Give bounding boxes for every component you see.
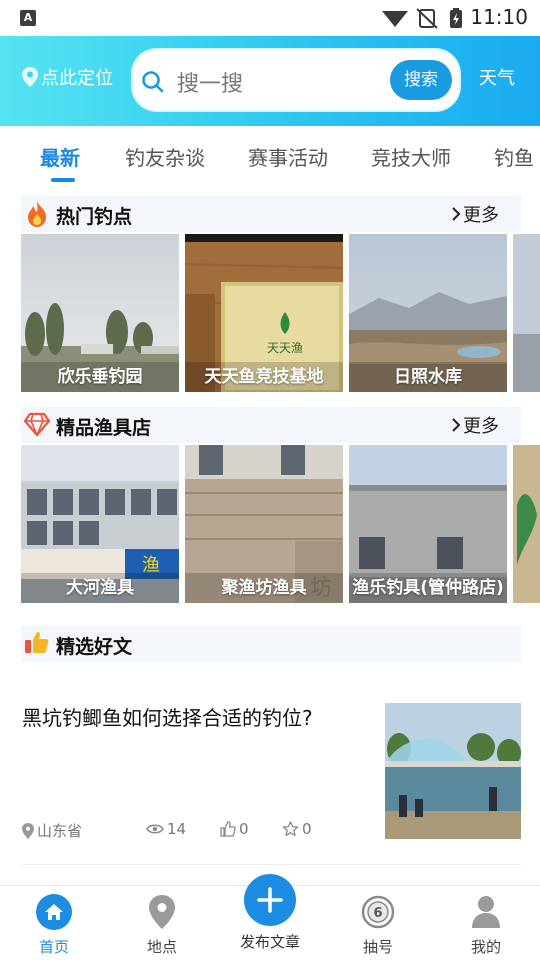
shop-card-partial[interactable] bbox=[513, 445, 540, 603]
svg-text:天天渔: 天天渔 bbox=[267, 341, 303, 355]
tab-latest[interactable]: 最新 bbox=[40, 142, 80, 171]
diamond-icon bbox=[24, 412, 50, 437]
article-likes-count: 0 bbox=[239, 820, 249, 838]
article-thumbnail[interactable] bbox=[385, 703, 521, 839]
flame-icon bbox=[28, 201, 46, 227]
status-time: 11:10 bbox=[470, 5, 528, 29]
system-status-icons bbox=[382, 8, 462, 29]
app-root: A 11:10 点此定位 搜一搜 搜索 天气 最新 钓友杂谈 赛事活动 竞技大师… bbox=[0, 0, 540, 960]
article-divider bbox=[21, 864, 521, 865]
shop-name: 大河渔具 bbox=[21, 573, 179, 603]
nav-places[interactable]: 地点 bbox=[122, 894, 202, 957]
shops-title: 精品渔具店 bbox=[56, 417, 152, 439]
shop-card[interactable]: 坊 聚渔坊渔具 bbox=[185, 445, 343, 603]
search-input[interactable]: 搜一搜 bbox=[177, 66, 243, 98]
location-button[interactable]: 点此定位 bbox=[22, 64, 113, 90]
user-icon bbox=[472, 896, 500, 928]
article-views-count: 14 bbox=[167, 820, 187, 838]
spot-card[interactable]: 欣乐垂钓园 bbox=[21, 234, 179, 392]
article-likes[interactable]: 0 bbox=[220, 820, 249, 838]
location-pin-icon bbox=[22, 67, 38, 87]
top-header: 点此定位 搜一搜 搜索 天气 bbox=[0, 36, 540, 126]
more-label: 更多 bbox=[463, 205, 499, 226]
spot-name: 欣乐垂钓园 bbox=[21, 362, 179, 392]
article-title[interactable]: 黑坑钓鲫鱼如何选择合适的钓位? bbox=[22, 702, 313, 731]
search-icon bbox=[142, 71, 164, 93]
articles-title: 精选好文 bbox=[56, 636, 133, 658]
notification-icon: A bbox=[20, 10, 36, 26]
svg-text:6: 6 bbox=[373, 906, 382, 921]
nav-lottery[interactable]: 6 抽号 bbox=[338, 894, 418, 957]
home-icon bbox=[36, 894, 72, 930]
tab-fishing[interactable]: 钓鱼 bbox=[494, 142, 534, 171]
publish-article-label[interactable]: 发布文章 bbox=[230, 931, 310, 952]
location-pin-icon bbox=[22, 822, 34, 839]
nav-places-label: 地点 bbox=[146, 938, 177, 956]
shop-name: 聚渔坊渔具 bbox=[185, 573, 343, 603]
search-button[interactable]: 搜索 bbox=[390, 60, 452, 100]
nav-profile[interactable]: 我的 bbox=[446, 894, 526, 957]
shop-card[interactable]: 渔 大河渔具 bbox=[21, 445, 179, 603]
bottom-navigation: 首页 地点 发布文章 6 抽号 我的 bbox=[0, 874, 540, 960]
more-label: 更多 bbox=[463, 416, 499, 437]
article-favorites-count: 0 bbox=[302, 820, 312, 838]
hot-spots-carousel[interactable]: 欣乐垂钓园 天天渔 天天鱼竞技基地 日照水库 bbox=[21, 234, 540, 392]
shop-card[interactable]: 渔乐钓具(管仲路店) bbox=[349, 445, 507, 603]
article-location: 山东省 bbox=[22, 820, 82, 841]
lottery-ball-icon: 6 bbox=[361, 895, 395, 929]
tab-events[interactable]: 赛事活动 bbox=[248, 142, 328, 171]
spot-card-partial[interactable] bbox=[513, 234, 540, 392]
spot-card[interactable]: 日照水库 bbox=[349, 234, 507, 392]
tab-angler-chat[interactable]: 钓友杂谈 bbox=[125, 142, 205, 171]
shops-header: 精品渔具店 更多 bbox=[21, 407, 521, 443]
hot-spots-title: 热门钓点 bbox=[56, 206, 133, 228]
shop-photo bbox=[513, 445, 540, 603]
thumbs-up-outline-icon bbox=[220, 821, 236, 837]
shop-name: 渔乐钓具(管仲路店) bbox=[349, 573, 507, 603]
nav-home-label: 首页 bbox=[38, 938, 69, 956]
plus-icon bbox=[257, 887, 283, 913]
shops-more-link[interactable]: 更多 bbox=[451, 412, 499, 438]
nav-home[interactable]: 首页 bbox=[14, 894, 94, 957]
spot-photo bbox=[513, 234, 540, 392]
chevron-right-icon bbox=[452, 418, 461, 432]
status-bar: A 11:10 bbox=[0, 0, 540, 36]
shops-carousel[interactable]: 渔 大河渔具 坊 聚渔坊渔具 渔乐钓具(管仲路店) bbox=[21, 445, 540, 603]
publish-article-button[interactable] bbox=[244, 874, 296, 926]
nav-profile-label: 我的 bbox=[470, 938, 501, 956]
nav-lottery-label: 抽号 bbox=[362, 938, 393, 956]
tab-active-indicator bbox=[51, 178, 75, 182]
chevron-right-icon bbox=[452, 207, 461, 221]
tab-masters[interactable]: 竞技大师 bbox=[371, 142, 451, 171]
hot-spots-more-link[interactable]: 更多 bbox=[451, 201, 499, 227]
thumbs-up-icon bbox=[25, 632, 49, 653]
spot-name: 天天鱼竞技基地 bbox=[185, 362, 343, 392]
eye-icon bbox=[146, 824, 164, 834]
article-photo bbox=[385, 703, 521, 839]
article-favorites[interactable]: 0 bbox=[282, 820, 312, 838]
location-label: 点此定位 bbox=[41, 68, 113, 89]
hot-spots-header: 热门钓点 更多 bbox=[21, 196, 521, 232]
spot-name: 日照水库 bbox=[349, 362, 507, 392]
weather-button[interactable]: 天气 bbox=[479, 64, 515, 90]
search-bar[interactable]: 搜一搜 搜索 bbox=[131, 48, 461, 112]
star-outline-icon bbox=[282, 821, 299, 837]
articles-header: 精选好文 bbox=[21, 626, 521, 662]
map-pin-icon bbox=[149, 895, 175, 929]
article-views: 14 bbox=[146, 820, 186, 838]
article-location-text: 山东省 bbox=[37, 822, 83, 840]
spot-card[interactable]: 天天渔 天天鱼竞技基地 bbox=[185, 234, 343, 392]
category-tabs: 最新 钓友杂谈 赛事活动 竞技大师 钓鱼 bbox=[0, 126, 540, 188]
